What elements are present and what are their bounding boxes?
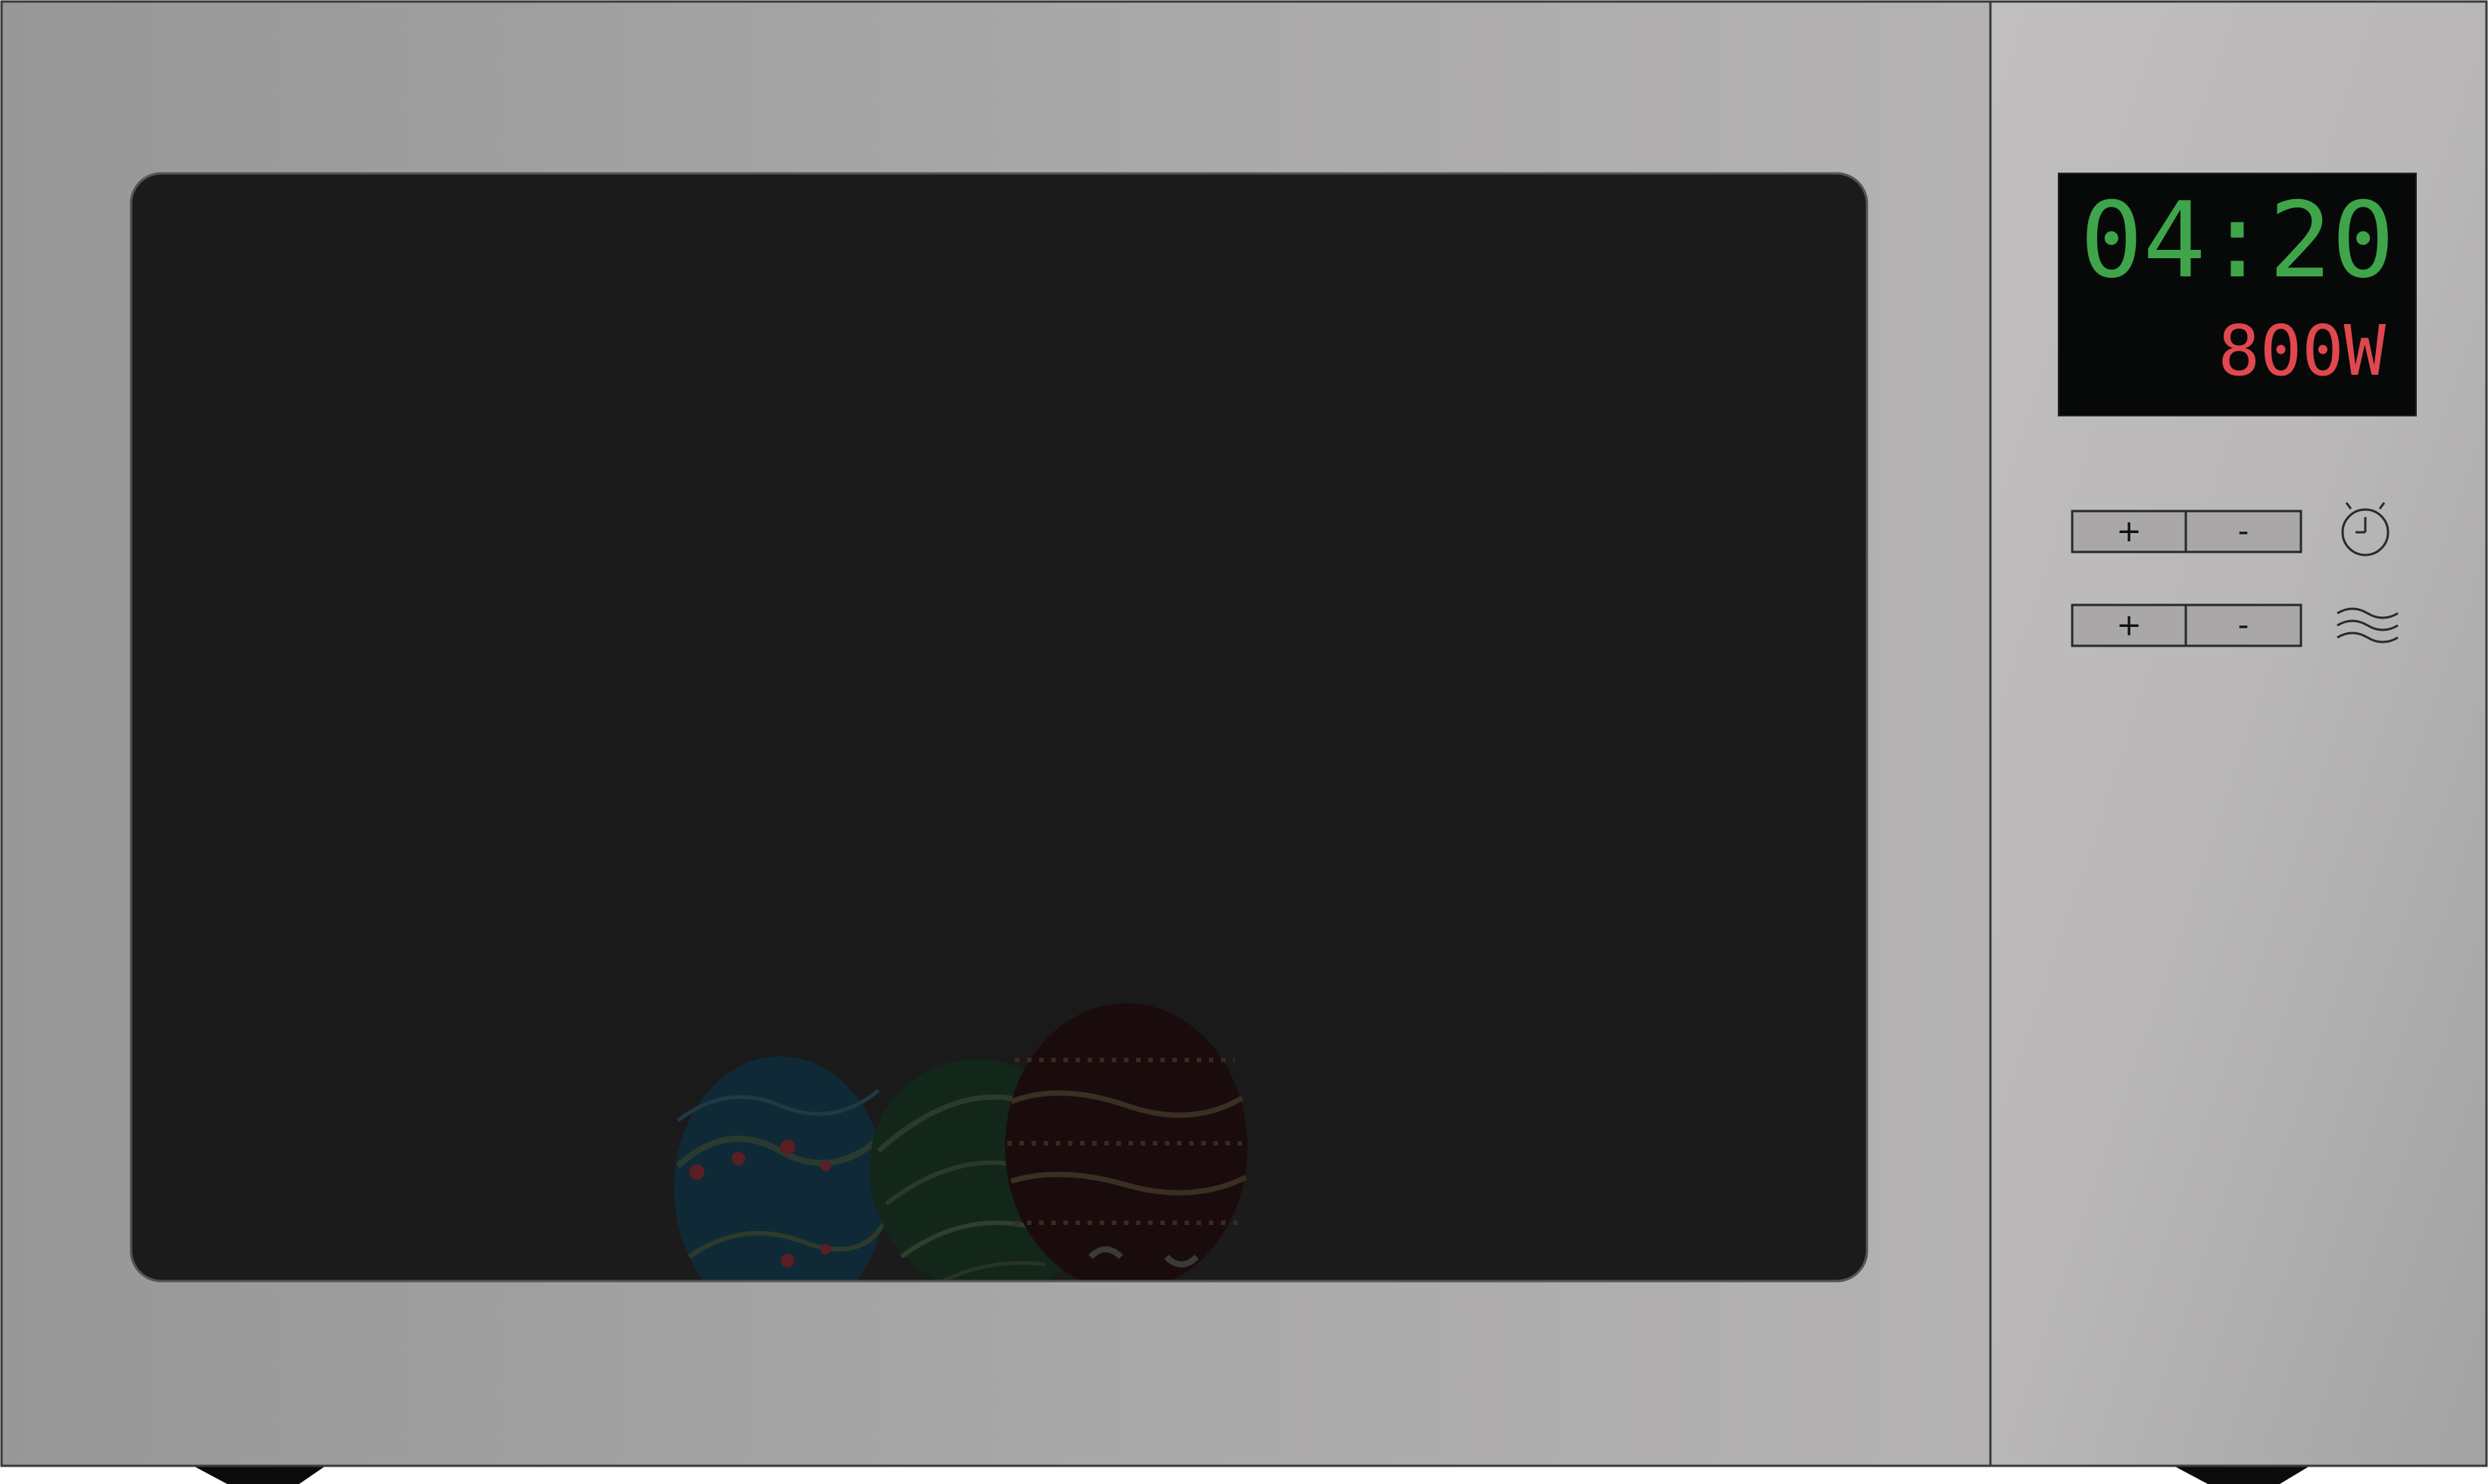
power-plus-label: + [2116, 608, 2142, 643]
time-readout: 04:20 [2080, 179, 2394, 301]
left-foot [193, 1466, 326, 1484]
power-plus-button[interactable]: + [2071, 603, 2187, 647]
right-foot [2174, 1466, 2310, 1484]
power-readout: 800W [2218, 310, 2386, 391]
oven-cavity [375, 394, 1621, 1127]
timer-plus-button[interactable]: + [2071, 510, 2187, 553]
viewing-window [130, 172, 1868, 1283]
timer-minus-label: - [2238, 514, 2249, 549]
digital-display: 04:20 800W [2058, 173, 2417, 416]
timer-minus-button[interactable]: - [2184, 510, 2302, 553]
power-minus-label: - [2238, 608, 2249, 643]
timer-plus-label: + [2116, 514, 2142, 549]
power-minus-button[interactable]: - [2184, 603, 2302, 647]
microwave-scene: 04:20 800W + - + - [0, 0, 2488, 1484]
brown-easter-egg [1005, 1003, 1247, 1281]
